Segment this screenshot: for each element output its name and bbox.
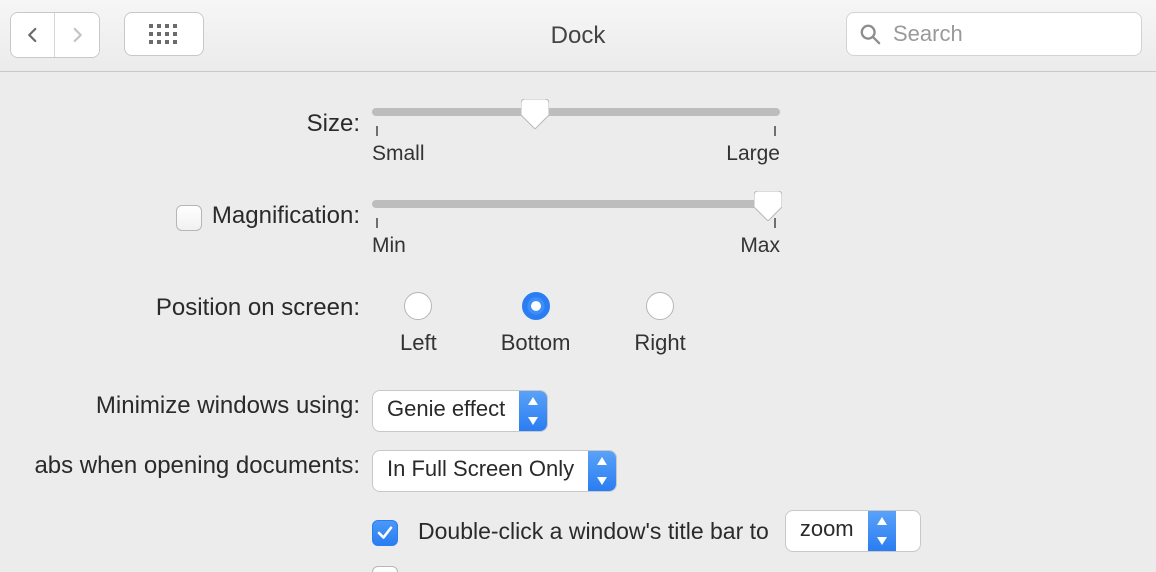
magnification-slider[interactable]: Min Max — [372, 200, 780, 258]
magnification-min-label: Min — [372, 234, 406, 258]
pane: Size: Small Large Magnification: — [0, 72, 1156, 572]
magnification-slider-thumb[interactable] — [754, 191, 782, 221]
row-doubleclick: Double-click a window's title bar to zoo… — [0, 510, 1156, 552]
position-radio-left[interactable]: Left — [400, 292, 437, 356]
back-button[interactable] — [11, 13, 55, 57]
doubleclick-value: zoom — [786, 511, 868, 551]
position-label: Position on screen: — [0, 292, 372, 322]
stepper-icon — [588, 451, 616, 491]
size-slider-thumb[interactable] — [521, 99, 549, 129]
minimize-popup[interactable]: Genie effect — [372, 390, 548, 432]
row-size: Size: Small Large — [0, 108, 1156, 166]
toolbar-left — [10, 12, 204, 58]
chevron-left-icon — [24, 26, 42, 44]
position-radio-group: Left Bottom Right — [400, 292, 686, 356]
tabs-value: In Full Screen Only — [373, 451, 588, 491]
row-partial — [0, 566, 1156, 572]
position-radio-bottom[interactable]: Bottom — [501, 292, 571, 356]
radio-label: Bottom — [501, 330, 571, 356]
size-min-label: Small — [372, 142, 425, 166]
radio-label: Right — [634, 330, 685, 356]
size-max-label: Large — [726, 142, 780, 166]
minimize-label: Minimize windows using: — [0, 390, 372, 420]
radio-button[interactable] — [404, 292, 432, 320]
radio-label: Left — [400, 330, 437, 356]
doubleclick-popup[interactable]: zoom — [785, 510, 921, 552]
search-icon — [859, 23, 881, 45]
forward-button[interactable] — [55, 13, 99, 57]
radio-button[interactable] — [522, 292, 550, 320]
doubleclick-checkbox[interactable] — [372, 520, 398, 546]
stepper-icon — [868, 511, 896, 551]
radio-button[interactable] — [646, 292, 674, 320]
magnification-label: Magnification: — [212, 202, 360, 230]
grid-icon — [149, 24, 179, 44]
chevron-right-icon — [68, 26, 86, 44]
size-label: Size: — [0, 108, 372, 138]
magnification-max-label: Max — [740, 234, 780, 258]
minimize-into-appicon-checkbox[interactable] — [372, 566, 398, 572]
show-all-button[interactable] — [124, 12, 204, 56]
nav-segment — [10, 12, 100, 58]
row-minimize: Minimize windows using: Genie effect — [0, 390, 1156, 432]
search-field[interactable] — [846, 12, 1142, 56]
toolbar: Dock — [0, 0, 1156, 72]
stepper-icon — [519, 391, 547, 431]
tabs-label: abs when opening documents: — [0, 450, 372, 480]
row-magnification: Magnification: Min Max — [0, 200, 1156, 258]
magnification-checkbox[interactable] — [176, 205, 202, 231]
row-position: Position on screen: Left Bottom Right — [0, 292, 1156, 356]
check-icon — [376, 524, 394, 542]
position-radio-right[interactable]: Right — [634, 292, 685, 356]
search-input[interactable] — [891, 20, 1129, 48]
doubleclick-label: Double-click a window's title bar to — [418, 518, 769, 545]
minimize-value: Genie effect — [373, 391, 519, 431]
row-tabs: abs when opening documents: In Full Scre… — [0, 450, 1156, 492]
tabs-popup[interactable]: In Full Screen Only — [372, 450, 617, 492]
size-slider[interactable]: Small Large — [372, 108, 780, 166]
